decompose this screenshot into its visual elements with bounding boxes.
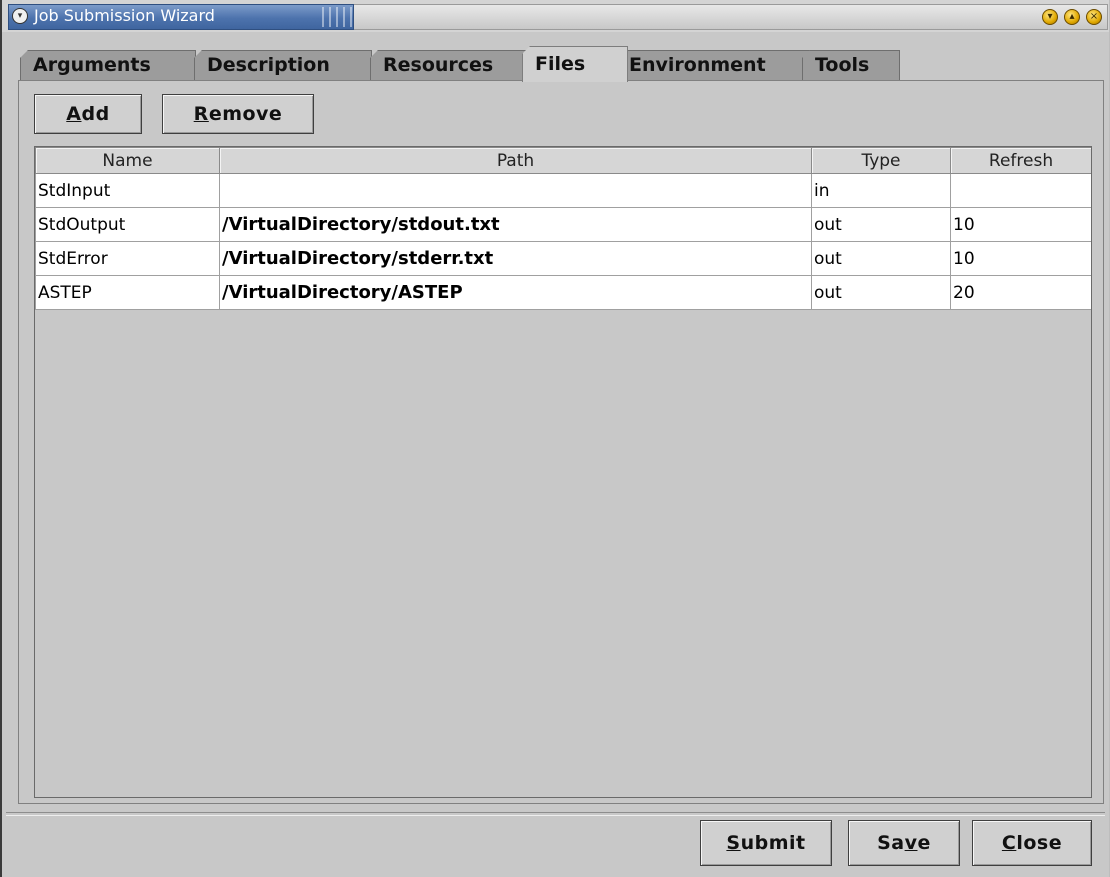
save-button-mnemonic: v [904,832,918,854]
tab-tools[interactable]: Tools [802,50,900,80]
column-header-path[interactable]: Path [219,147,812,174]
remove-button[interactable]: Remove [162,94,314,134]
cell-name[interactable]: StdOutput [35,207,220,242]
close-button[interactable]: Close [972,820,1092,866]
tab-files[interactable]: Files [522,46,628,82]
column-header-type[interactable]: Type [811,147,951,174]
tab-environment[interactable]: Environment [616,50,816,80]
cell-refresh[interactable]: 20 [950,275,1091,310]
title-bar-empty-area [354,4,1108,30]
close-button-label: lose [1016,832,1063,854]
cell-path[interactable]: /VirtualDirectory/ASTEP [219,275,812,310]
cell-refresh[interactable]: 10 [950,241,1091,276]
table-row[interactable]: StdInput in [35,173,1091,208]
job-submission-wizard-window: ▾ Job Submission Wizard ▾ ▴ × Arguments … [0,0,1110,877]
cell-path[interactable]: /VirtualDirectory/stdout.txt [219,207,812,242]
add-button-label: dd [81,103,110,125]
submit-button[interactable]: Submit [700,820,832,866]
title-bar[interactable]: ▾ Job Submission Wizard ▾ ▴ × [2,0,1109,32]
tab-arguments[interactable]: Arguments [20,50,196,80]
save-button[interactable]: Save [848,820,960,866]
cell-name[interactable]: StdError [35,241,220,276]
column-header-name[interactable]: Name [35,147,220,174]
cell-type[interactable]: out [811,207,951,242]
tab-bar: Arguments Description Resources Files En… [20,46,1100,82]
chevron-down-icon[interactable]: ▾ [12,8,28,24]
table-row[interactable]: StdError /VirtualDirectory/stderr.txt ou… [35,241,1091,276]
tab-description[interactable]: Description [194,50,372,80]
close-button-mnemonic: C [1001,832,1017,854]
table-row[interactable]: ASTEP /VirtualDirectory/ASTEP out 20 [35,275,1091,310]
table-header-row: Name Path Type Refresh [35,147,1091,174]
cell-refresh[interactable]: 10 [950,207,1091,242]
minimize-icon[interactable]: ▾ [1042,9,1058,25]
cell-name[interactable]: ASTEP [35,275,220,310]
remove-button-label: emove [208,103,283,125]
files-table[interactable]: Name Path Type Refresh StdInput in StdOu… [34,146,1092,798]
remove-button-mnemonic: R [193,103,209,125]
save-button-label-end: e [917,832,931,854]
files-table-grid: Name Path Type Refresh StdInput in StdOu… [35,147,1091,310]
cell-path[interactable]: /VirtualDirectory/stderr.txt [219,241,812,276]
add-button-mnemonic: A [66,103,82,125]
column-header-refresh[interactable]: Refresh [950,147,1091,174]
title-grip-decoration [319,7,353,27]
cell-name[interactable]: StdInput [35,173,220,208]
submit-button-label: ubmit [740,832,806,854]
cell-refresh[interactable] [950,173,1091,208]
close-icon[interactable]: × [1086,9,1102,25]
cell-type[interactable]: out [811,275,951,310]
window-title: Job Submission Wizard [34,6,215,25]
footer-separator [6,812,1105,816]
cell-path[interactable] [219,173,812,208]
add-button[interactable]: Add [34,94,142,134]
maximize-icon[interactable]: ▴ [1064,9,1080,25]
table-row[interactable]: StdOutput /VirtualDirectory/stdout.txt o… [35,207,1091,242]
cell-type[interactable]: out [811,241,951,276]
cell-type[interactable]: in [811,173,951,208]
save-button-label-start: Sa [877,832,905,854]
tab-resources[interactable]: Resources [370,50,536,80]
submit-button-mnemonic: S [726,832,741,854]
